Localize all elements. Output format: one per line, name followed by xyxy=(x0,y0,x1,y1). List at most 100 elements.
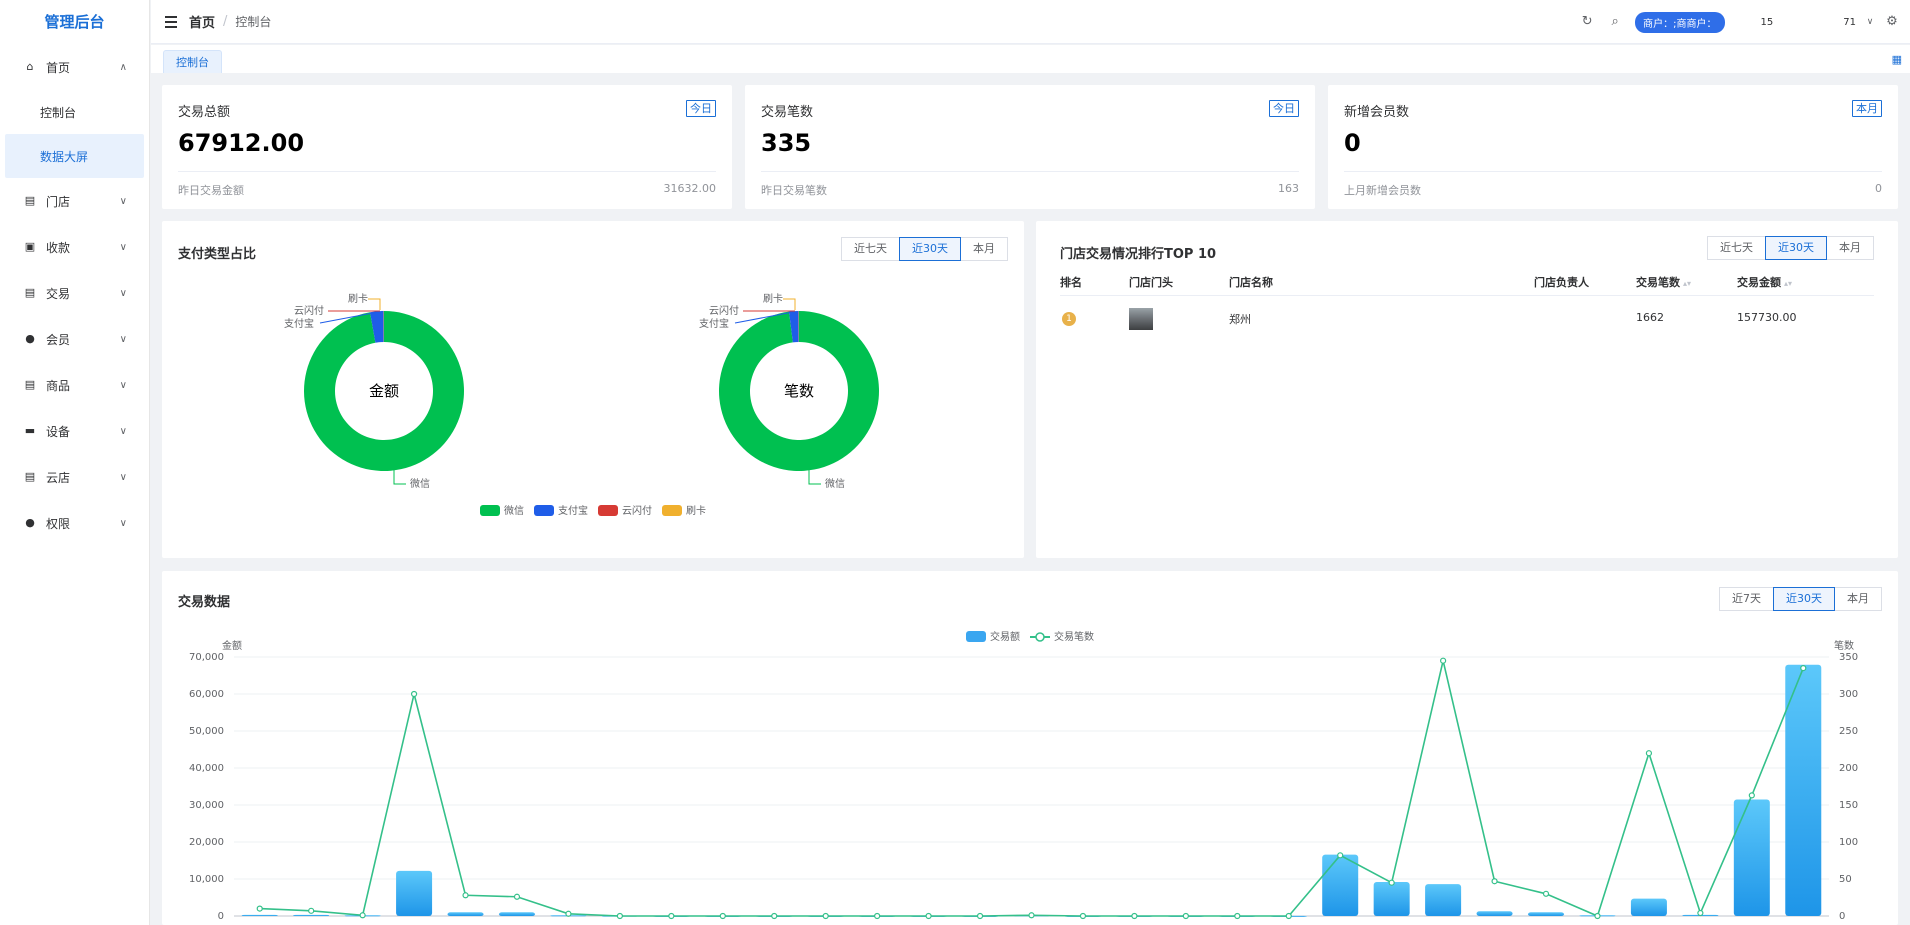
line-point[interactable] xyxy=(1079,912,1087,920)
range-option[interactable]: 近七天 xyxy=(1707,236,1766,260)
line-point[interactable] xyxy=(1440,657,1447,664)
bar[interactable] xyxy=(396,870,433,916)
sort-icon[interactable]: ▴▾ xyxy=(1683,279,1691,288)
legend-item[interactable]: 交易笔数 xyxy=(1030,630,1094,643)
line-point[interactable] xyxy=(1337,852,1344,859)
line-point[interactable] xyxy=(822,912,829,920)
range-option[interactable]: 近7天 xyxy=(1719,587,1774,611)
legend-item[interactable]: 微信 xyxy=(480,504,524,517)
line-point[interactable] xyxy=(925,912,932,920)
line-point[interactable] xyxy=(1542,890,1550,897)
range-option[interactable]: 本月 xyxy=(1826,236,1874,260)
refresh-icon[interactable]: ↻ xyxy=(1579,14,1595,30)
line-point[interactable] xyxy=(719,912,726,920)
line-point[interactable] xyxy=(565,910,572,917)
range-option[interactable]: 近七天 xyxy=(841,237,900,261)
range-option[interactable]: 近30天 xyxy=(1773,587,1835,611)
chevron-down-icon: ∨ xyxy=(119,241,127,253)
line-point[interactable] xyxy=(1594,912,1601,920)
app-logo-title[interactable]: 管理后台 xyxy=(0,0,149,44)
bar[interactable] xyxy=(1476,911,1513,916)
sidebar-subitem-1[interactable]: 数据大屏 xyxy=(5,134,144,178)
grid-icon[interactable]: ▦ xyxy=(1892,53,1902,66)
line-point[interactable] xyxy=(513,893,521,900)
line-point[interactable] xyxy=(1645,750,1653,757)
trade-data-title: 交易数据 xyxy=(178,595,231,610)
line-point[interactable] xyxy=(1131,912,1138,920)
line-point[interactable] xyxy=(462,892,469,899)
sidebar-item-1[interactable]: ▤ 门店 ∨ xyxy=(0,178,149,224)
sidebar-item-label: 权限 xyxy=(46,516,71,531)
line-point[interactable] xyxy=(1697,909,1704,917)
column-header-label: 门店负责人 xyxy=(1534,276,1589,289)
sidebar: 管理后台 ⌂ 首页 ∧ 控制台 数据大屏 ▤ 门店 ∨ ▣ 收款 ∨ ▤ 交易 ∨ ● 会员 ∨ ▤ 商品 ∨ ▬ 设备 ∨… xyxy=(0,0,150,925)
line-point[interactable] xyxy=(771,912,778,920)
stat-period-badge[interactable]: 今日 xyxy=(1269,100,1299,117)
bar[interactable] xyxy=(1528,912,1565,916)
line-point[interactable] xyxy=(256,905,263,912)
sidebar-item-5[interactable]: ▤ 商品 ∨ xyxy=(0,362,149,408)
merchant-badge[interactable]: 商户：;商商户： xyxy=(1635,11,1725,33)
legend-item[interactable]: 交易额 xyxy=(966,630,1020,643)
stat-period-badge[interactable]: 今日 xyxy=(686,100,716,117)
breadcrumb-current: 控制台 xyxy=(235,15,272,29)
bar[interactable] xyxy=(447,912,484,916)
stat-period-badge[interactable]: 本月 xyxy=(1852,100,1882,117)
trade-data-card: 交易数据 近7天 近30天 本月 交易额 交易笔数 金额 笔数 0 0 10,000 50 20,0… xyxy=(162,571,1898,925)
range-option[interactable]: 本月 xyxy=(1834,587,1882,611)
legend-item[interactable]: 支付宝 xyxy=(534,504,588,517)
search-icon[interactable]: ⌕ xyxy=(1607,14,1623,30)
line-point[interactable] xyxy=(1800,664,1807,672)
trade-icon: ▤ xyxy=(24,286,36,299)
stat-value: 335 xyxy=(761,129,812,157)
line-point[interactable] xyxy=(1285,912,1292,920)
menu-toggle-icon[interactable] xyxy=(165,15,179,28)
line-point[interactable] xyxy=(359,912,366,919)
column-header[interactable]: 交易金额 ▴▾ xyxy=(1737,274,1792,290)
range-option[interactable]: 近30天 xyxy=(1765,236,1827,260)
line-point[interactable] xyxy=(410,690,418,698)
bar[interactable] xyxy=(1785,664,1822,916)
line-point[interactable] xyxy=(308,907,315,914)
bar[interactable] xyxy=(1322,854,1359,916)
sidebar-item-4[interactable]: ● 会员 ∨ xyxy=(0,316,149,362)
bar[interactable] xyxy=(1630,898,1667,916)
sort-icon[interactable]: ▴▾ xyxy=(1784,279,1792,288)
line-point[interactable] xyxy=(976,912,984,920)
line-point[interactable] xyxy=(874,912,881,920)
sidebar-item-3[interactable]: ▤ 交易 ∨ xyxy=(0,270,149,316)
line-point[interactable] xyxy=(1748,792,1755,799)
sidebar-item-8[interactable]: ● 权限 ∨ xyxy=(0,500,149,546)
bar[interactable] xyxy=(241,914,278,916)
tab-console[interactable]: 控制台 xyxy=(163,50,222,73)
chevron-down-icon: ∨ xyxy=(119,517,127,529)
sidebar-subitem-0[interactable]: 控制台 xyxy=(0,90,149,134)
range-option[interactable]: 近30天 xyxy=(899,237,961,261)
range-option[interactable]: 本月 xyxy=(960,237,1008,261)
goods-icon: ▤ xyxy=(24,378,36,391)
bar[interactable] xyxy=(1373,881,1410,916)
column-header[interactable]: 交易笔数 ▴▾ xyxy=(1636,274,1691,290)
pie-legend: 微信 支付宝 云闪付 刷卡 xyxy=(480,504,706,517)
bar[interactable] xyxy=(498,912,535,916)
line-point[interactable] xyxy=(1234,912,1241,920)
sidebar-item-6[interactable]: ▬ 设备 ∨ xyxy=(0,408,149,454)
line-point[interactable] xyxy=(616,912,623,920)
bar[interactable] xyxy=(1425,884,1462,916)
breadcrumb-home[interactable]: 首页 xyxy=(189,12,215,31)
bar[interactable] xyxy=(1733,799,1770,916)
legend-item[interactable]: 云闪付 xyxy=(598,504,652,517)
line-point[interactable] xyxy=(1182,912,1189,920)
settings-gear-icon[interactable]: ⚙ xyxy=(1884,14,1900,30)
legend-item[interactable]: 刷卡 xyxy=(662,504,706,517)
slice-label: 微信 xyxy=(825,477,845,490)
line-point[interactable] xyxy=(1028,912,1035,919)
chevron-down-icon[interactable]: ∨ xyxy=(1862,14,1878,30)
sidebar-item-2[interactable]: ▣ 收款 ∨ xyxy=(0,224,149,270)
sidebar-item-7[interactable]: ▤ 云店 ∨ xyxy=(0,454,149,500)
line-point[interactable] xyxy=(1388,879,1395,886)
sidebar-item-0[interactable]: ⌂ 首页 ∧ xyxy=(0,44,149,90)
line-point[interactable] xyxy=(1491,878,1498,885)
line-point[interactable] xyxy=(668,912,675,920)
bar[interactable] xyxy=(293,914,330,916)
